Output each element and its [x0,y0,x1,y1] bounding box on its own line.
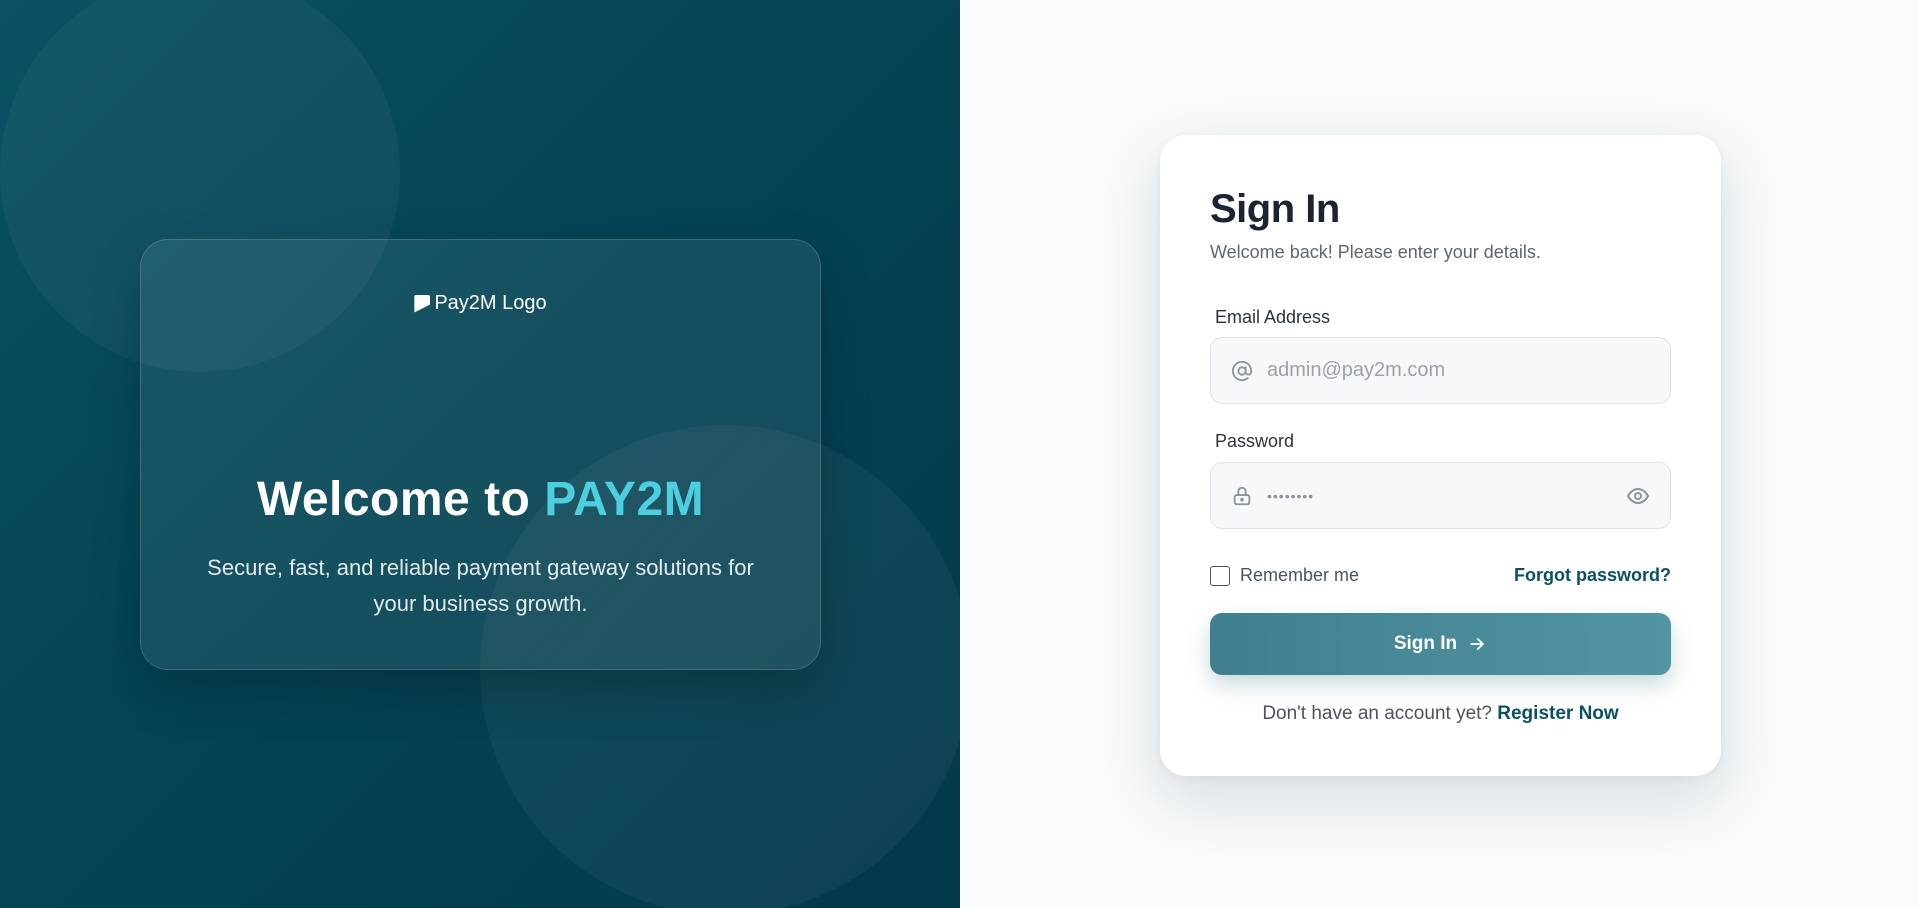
logo-alt-text: Pay2M Logo [434,292,547,314]
welcome-subtitle: Secure, fast, and reliable payment gatew… [207,555,754,616]
welcome-title: Welcome to PAY2M [141,472,820,527]
page-title: Sign In [1210,187,1340,231]
email-field[interactable] [1267,359,1652,382]
page-subtitle: Welcome back! Please enter your details. [1210,242,1541,262]
remember-me: Remember me [1210,565,1359,586]
logo: Pay2M Logo [141,292,820,315]
at-icon [1229,358,1255,384]
welcome-prefix: Welcome to [256,473,545,526]
arrow-right-icon [1467,634,1487,654]
hero-panel: Pay2M Logo Welcome to PAY2M Secure, fast… [0,0,960,908]
welcome-card: Pay2M Logo Welcome to PAY2M Secure, fast… [140,239,821,670]
register-link[interactable]: Register Now [1497,703,1618,724]
password-field[interactable]: •••••••• [1267,488,1624,504]
email-label: Email Address [1215,307,1331,327]
brand-name: PAY2M [544,473,705,526]
forgot-password-link[interactable]: Forgot password? [1514,565,1671,586]
password-field-wrapper: •••••••• [1210,462,1671,529]
signin-button[interactable]: Sign In [1210,613,1671,675]
remember-checkbox[interactable] [1210,565,1230,586]
eye-icon[interactable] [1624,482,1652,510]
signin-button-label: Sign In [1393,633,1458,654]
email-field-wrapper [1210,337,1671,404]
form-panel: Sign In Welcome back! Please enter your … [960,0,1918,908]
remember-row: Remember me Forgot password? [1210,565,1671,586]
remember-label[interactable]: Remember me [1240,565,1359,586]
register-prompt-text: Don't have an account yet? [1262,703,1498,724]
lock-icon [1229,483,1255,509]
signin-card: Sign In Welcome back! Please enter your … [1160,135,1721,776]
broken-image-icon [414,294,431,313]
register-prompt: Don't have an account yet? Register Now [1160,703,1721,725]
password-label: Password [1215,431,1295,451]
